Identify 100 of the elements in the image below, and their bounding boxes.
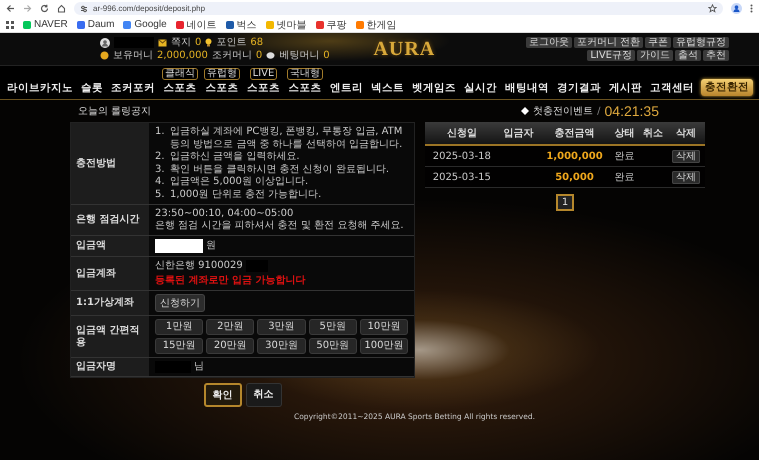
- nav-item[interactable]: 슬롯: [80, 81, 104, 96]
- header-button[interactable]: 포커머니 전환: [574, 37, 643, 48]
- bookmark-link[interactable]: Google: [123, 19, 167, 30]
- nav-item[interactable]: 스포츠: [204, 81, 240, 96]
- favicon-icon: [356, 20, 364, 28]
- apps-grid-icon[interactable]: [6, 20, 14, 28]
- column-header: 상태: [610, 122, 639, 145]
- nav-item[interactable]: 벳게임즈: [411, 81, 457, 96]
- favicon-icon: [23, 20, 31, 28]
- separator-text: /: [597, 106, 600, 116]
- money-value: 2,000,000: [157, 50, 208, 62]
- nav-item[interactable]: 배팅내역: [504, 81, 550, 96]
- header-button[interactable]: 로그아웃: [526, 37, 572, 48]
- instruction-step: 입금액은 5,000원 이상입니다.: [170, 176, 308, 188]
- quick-amount-button[interactable]: 3만원: [257, 319, 306, 335]
- star-icon[interactable]: [708, 4, 717, 13]
- amount-input-field[interactable]: [155, 239, 203, 253]
- messages-count: 0: [195, 36, 202, 48]
- quick-amount-button[interactable]: 20만원: [206, 338, 254, 354]
- page-button[interactable]: 1: [556, 194, 574, 211]
- quick-amount-button[interactable]: 1만원: [155, 319, 204, 335]
- favicon-icon: [176, 20, 184, 28]
- column-header: 신청일: [425, 122, 499, 145]
- nav-item[interactable]: 스포츠: [162, 81, 198, 96]
- row-label: 입금액 간편적용: [71, 316, 149, 358]
- nav-item[interactable]: 엔트리: [329, 81, 364, 96]
- step-number: 2.: [155, 151, 166, 164]
- favicon-icon: [266, 20, 274, 28]
- row-label: 충전방법: [71, 123, 149, 205]
- points-label: 포인트: [216, 36, 246, 48]
- countdown-timer: 04:21:35: [604, 103, 659, 119]
- coin-icon: [100, 51, 109, 60]
- reload-icon[interactable]: [40, 4, 49, 13]
- profile-icon[interactable]: [731, 3, 742, 14]
- header-button[interactable]: 쿠폰: [645, 37, 671, 48]
- header-button[interactable]: 출석: [675, 50, 701, 61]
- amount-cell: 1,000,000: [538, 145, 610, 166]
- money-label: 조커머니: [212, 50, 252, 62]
- column-header: 취소: [638, 122, 668, 145]
- header-button[interactable]: 추천: [703, 50, 729, 61]
- back-arrow-icon[interactable]: [6, 4, 15, 13]
- row-label: 입금자명: [71, 358, 149, 377]
- bookmark-link[interactable]: 넷마블: [266, 18, 307, 32]
- instruction-step: 입금하실 계좌에 PC뱅킹, 폰뱅킹, 무통장 입금, ATM 등의 방법으로 금액 중 하나를 선택하여 입금합니다.: [170, 126, 408, 151]
- quick-amount-button[interactable]: 100만원: [360, 338, 408, 354]
- nav-item[interactable]: 조커포커: [110, 81, 156, 96]
- bookmark-link[interactable]: NAVER: [23, 19, 68, 30]
- date-cell: 2025-03-15: [425, 166, 499, 188]
- nav-item[interactable]: 넥스트: [370, 81, 405, 96]
- row-label: 입금계좌: [71, 257, 149, 291]
- row-label: 은행 점검시간: [71, 205, 149, 236]
- favicon-icon: [123, 20, 132, 28]
- quick-amount-button[interactable]: 15만원: [155, 338, 204, 354]
- quick-amount-button[interactable]: 50만원: [308, 338, 357, 354]
- column-header: 입금자: [498, 122, 539, 145]
- delete-button[interactable]: 삭제: [672, 171, 700, 184]
- warning-text: 등록된 계좌로만 입금 가능합니다: [155, 275, 306, 287]
- date-cell: 2025-03-18: [425, 145, 499, 166]
- column-header: 삭제: [667, 122, 705, 145]
- suffix-text: 님: [194, 361, 204, 373]
- header-button[interactable]: LIVE규정: [587, 50, 635, 61]
- nav-item[interactable]: 라이브카지노: [6, 81, 74, 96]
- amount-cell: 50,000: [538, 166, 610, 188]
- address-url[interactable]: ar-996.com/deposit/deposit.php: [93, 4, 206, 13]
- home-icon[interactable]: [57, 4, 66, 13]
- confirm-button[interactable]: 확인: [204, 383, 242, 407]
- site-logo[interactable]: AURA: [373, 38, 436, 60]
- nav-item[interactable]: 경기결과: [556, 81, 602, 96]
- step-number: 5.: [155, 188, 166, 201]
- nav-item[interactable]: 실시간: [463, 81, 498, 96]
- quick-amount-button[interactable]: 10만원: [360, 319, 408, 335]
- nav-item[interactable]: 고객센터: [649, 81, 695, 96]
- header-button[interactable]: 가이드: [637, 50, 673, 61]
- more-menu-icon[interactable]: [750, 4, 753, 13]
- nav-item[interactable]: 충전환전: [701, 79, 753, 96]
- messages-label: 쪽지: [171, 36, 191, 48]
- delete-button[interactable]: 삭제: [672, 150, 700, 163]
- apply-button[interactable]: 신청하기: [155, 294, 205, 312]
- quick-amount-button[interactable]: 2만원: [206, 319, 254, 335]
- header-button[interactable]: 유럽형규정: [673, 37, 729, 48]
- bookmark-link[interactable]: 네이트: [176, 18, 217, 32]
- favicon-icon: [76, 20, 85, 28]
- bookmark-link[interactable]: Daum: [76, 19, 114, 30]
- status-cell: 완료: [610, 166, 639, 188]
- nav-item[interactable]: 게시판: [608, 81, 643, 96]
- site-info-icon[interactable]: [80, 4, 88, 12]
- bookmark-link[interactable]: 벅스: [226, 18, 257, 32]
- info-text: 23:50~00:10, 04:00~05:00: [155, 208, 294, 220]
- quick-amount-button[interactable]: 5만원: [308, 319, 357, 335]
- bookmark-link[interactable]: 쿠팡: [316, 18, 347, 32]
- nav-item[interactable]: 스포츠: [246, 81, 281, 96]
- step-number: 3.: [155, 164, 166, 176]
- avatar-icon: [100, 38, 110, 48]
- quick-amount-button[interactable]: 30만원: [257, 338, 306, 354]
- chip-icon: [266, 51, 276, 60]
- cancel-button[interactable]: 취소: [246, 383, 282, 407]
- event-label[interactable]: 첫충전이벤트: [533, 104, 594, 118]
- bookmark-link[interactable]: 한게임: [356, 18, 397, 32]
- nav-item[interactable]: 스포츠: [288, 81, 322, 96]
- status-cell: 완료: [610, 145, 639, 166]
